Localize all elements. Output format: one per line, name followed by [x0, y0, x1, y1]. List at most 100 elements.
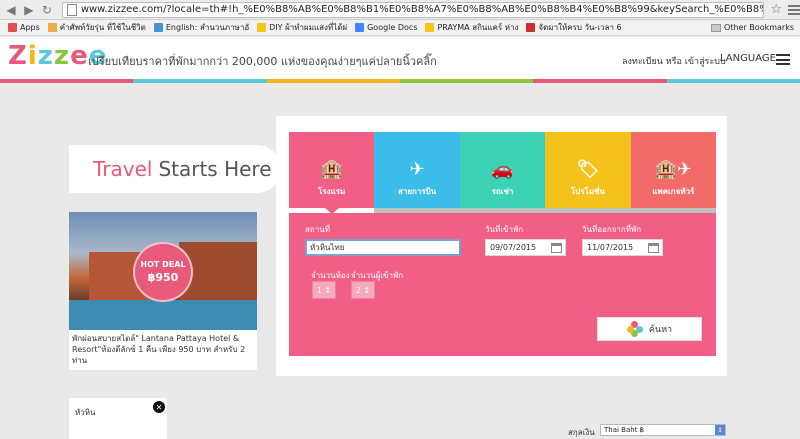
tab-label: โรงแรม [318, 187, 346, 196]
checkin-date-value: 09/07/2015 [490, 243, 537, 252]
stripe-segment [666, 79, 800, 83]
bookmark-star-icon[interactable]: ☆ [770, 2, 782, 17]
other-bookmarks-label: Other Bookmarks [724, 23, 794, 32]
bookmark-item[interactable]: Google Docs [355, 23, 417, 32]
logo-letter: z [53, 41, 71, 71]
apps-grid-icon [8, 23, 17, 32]
page-icon [66, 3, 77, 16]
hero-title-rest: Starts Here [158, 157, 272, 181]
tab-label: โปรโมชั่น [570, 187, 605, 196]
bookmark-item[interactable]: DIY ผ้าทำผมแสงที่ได้ผ่ [257, 21, 347, 34]
checkout-date-value: 11/07/2015 [587, 243, 634, 252]
hot-deal-description[interactable]: พักผ่อนสบายสไตล์" Lantana Pattaya Hotel … [72, 333, 254, 366]
currency-value: Thai Baht ฿ [604, 426, 645, 434]
search-panel: 🏨 โรงแรม ✈ สายการบิน 🚗 รถเช่า 🏷 โปรโมชั่น 🏨✈ แพคเ… [276, 116, 727, 376]
chevron-updown-icon: ↕ [324, 285, 332, 295]
rooms-value: 1 [316, 285, 322, 295]
site-header: Zizzee เปรียบเทียบราคาที่พักมากกว่า 200,… [0, 37, 800, 79]
tab-tour-packages[interactable]: 🏨✈ แพคเกจทัวร์ [630, 132, 717, 213]
logo-letter: z [37, 41, 54, 71]
favicon-icon [526, 23, 536, 32]
hotel-search-form: สถานที่ วันที่เข้าพัก 09/07/2015 วันที่อ… [289, 213, 716, 356]
browser-menu-icon[interactable] [788, 4, 800, 15]
location-label: สถานที่ [305, 225, 330, 234]
language-selector[interactable]: LANGUAGE [720, 53, 776, 64]
search-button-label: ค้นหา [648, 325, 673, 335]
bookmark-label: Google Docs [367, 23, 418, 32]
logo-letter: e [70, 41, 89, 71]
bookmark-label: DIY ผ้าทำผมแสงที่ได้ผ่ [269, 23, 348, 32]
stripe-segment [399, 79, 534, 83]
tab-promotions[interactable]: 🏷 โปรโมชั่น [545, 132, 632, 213]
filter-chip-label: หัวหิน [75, 408, 96, 417]
bookmark-label: PRAYMA สกินแคร์ ห่าง [437, 23, 519, 32]
forward-arrow-icon[interactable]: ▶ [22, 3, 36, 17]
car-icon: 🚗 [491, 159, 514, 180]
search-button[interactable]: ค้นหา [597, 317, 702, 341]
tab-hotels[interactable]: 🏨 โรงแรม [289, 132, 375, 214]
stripe-segment [533, 79, 667, 83]
register-login-link[interactable]: ลงทะเบียน หรือ เข้าสู่ระบบ [622, 54, 726, 68]
guests-value: 2 [355, 285, 361, 295]
currency-select[interactable]: Thai Baht ฿ ↕ [600, 424, 726, 436]
reload-icon[interactable]: ↻ [40, 3, 54, 17]
favicon-icon [257, 23, 267, 32]
tab-flights[interactable]: ✈ สายการบิน [374, 132, 461, 213]
hot-deal-card[interactable]: HOT DEAL ฿950 พักผ่อนสบายสไตล์" Lantana … [69, 212, 257, 370]
bookmark-item[interactable]: Apps [8, 23, 40, 32]
checkout-date-field[interactable]: 11/07/2015 [582, 239, 663, 256]
checkin-date-field[interactable]: 09/07/2015 [485, 239, 566, 256]
other-bookmarks[interactable]: Other Bookmarks [711, 23, 794, 32]
tab-label: แพคเกจทัวร์ [652, 187, 695, 196]
hero-title: Travel Starts Here [69, 145, 281, 193]
bookmarks-bar: Apps คำศัพท์วัยรุ่น ที่ใช้ในชีวิต English:… [0, 20, 800, 36]
logo-letter: Z [8, 41, 28, 71]
tag-icon: 🏷 [576, 159, 600, 180]
checkin-label: วันที่เข้าพัก [485, 225, 524, 234]
hot-deal-badge-price: ฿950 [147, 271, 179, 284]
folder-icon [711, 23, 722, 32]
chevron-updown-icon: ↕ [715, 425, 725, 435]
calendar-icon[interactable] [648, 243, 659, 253]
bookmark-item[interactable]: จัดมาให้ครบ วัน-เวลา 6 [526, 21, 622, 34]
browser-toolbar: ◀ ▶ ↻ www.zizzee.com/?locale=th#!h_%E0%B… [0, 0, 800, 20]
bookmark-item[interactable]: PRAYMA สกินแคร์ ห่าง [425, 21, 518, 34]
chevron-updown-icon: ↕ [363, 285, 371, 295]
guests-select[interactable]: 2 ↕ [351, 281, 375, 299]
favicon-icon [153, 23, 163, 32]
tab-label: รถเช่า [491, 187, 514, 196]
location-filter-chip: หัวหิน ✕ [69, 398, 167, 439]
back-arrow-icon[interactable]: ◀ [4, 3, 18, 17]
bookmark-label: จัดมาให้ครบ วัน-เวลา 6 [538, 23, 622, 32]
bookmark-label: คำศัพท์วัยรุ่น ที่ใช้ในชีวิต [59, 23, 146, 32]
favicon-icon [425, 23, 435, 32]
address-bar-url: www.zizzee.com/?locale=th#!h_%E0%B8%AB%E… [80, 4, 764, 15]
favicon-icon [355, 23, 365, 32]
close-icon[interactable]: ✕ [153, 401, 165, 413]
address-bar[interactable]: www.zizzee.com/?locale=th#!h_%E0%B8%AB%E… [61, 1, 765, 18]
tab-car-rental[interactable]: 🚗 รถเช่า [459, 132, 546, 213]
logo-letter: i [27, 41, 38, 71]
category-tabs: 🏨 โรงแรม ✈ สายการบิน 🚗 รถเช่า 🏷 โปรโมชั่น 🏨✈ แพคเ… [289, 132, 717, 214]
rooms-select[interactable]: 1 ↕ [312, 281, 336, 299]
stripe-segment [266, 79, 400, 83]
location-input[interactable] [305, 239, 461, 256]
bookmark-label: Apps [20, 23, 40, 32]
tab-label: สายการบิน [397, 187, 437, 196]
tour-package-icon: 🏨✈ [654, 159, 693, 180]
hot-deal-badge: HOT DEAL ฿950 [133, 242, 193, 302]
bookmark-item[interactable]: English: สำนวนภาษาอั [153, 21, 250, 34]
site-tagline: เปรียบเทียบราคาที่พักมากกว่า 200,000 แห่… [88, 55, 437, 68]
stripe-segment [0, 79, 134, 83]
hotel-icon: 🏨 [320, 159, 343, 180]
hotel-photo[interactable]: HOT DEAL ฿950 [69, 212, 257, 330]
bookmark-label: English: สำนวนภาษาอั [165, 23, 250, 32]
bookmark-item[interactable]: คำศัพท์วัยรุ่น ที่ใช้ในชีวิต [47, 21, 146, 34]
hamburger-menu-icon[interactable] [776, 54, 790, 65]
stripe-segment [133, 79, 267, 83]
airplane-icon: ✈ [409, 159, 425, 180]
calendar-icon[interactable] [551, 243, 562, 253]
currency-label: สกุลเงิน [568, 428, 595, 437]
zizzee-flower-icon [626, 321, 643, 337]
favicon-icon [47, 23, 57, 32]
